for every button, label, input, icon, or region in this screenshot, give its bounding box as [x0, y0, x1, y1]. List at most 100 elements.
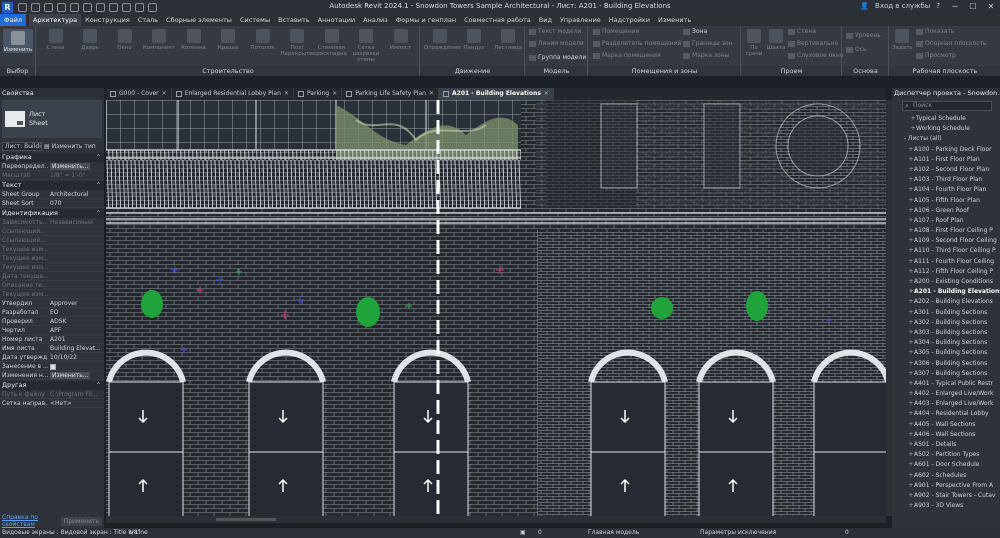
edit-type-button[interactable]: Изменить тип: [52, 143, 96, 150]
area-tag-button[interactable]: Марка зоны: [683, 52, 729, 59]
close-tab-icon[interactable]: ✕: [332, 88, 337, 100]
sign-in-label[interactable]: Вход в службы: [875, 2, 930, 10]
grid-button[interactable]: Ось: [846, 46, 867, 53]
text-icon[interactable]: [96, 2, 105, 12]
browser-sheet-item[interactable]: +A105 - Fifth Floor Plan: [892, 196, 1000, 206]
menu-tab-7[interactable]: Аннотации: [314, 14, 360, 26]
print-icon[interactable]: [70, 2, 79, 12]
property-value[interactable]: [48, 281, 104, 289]
room-button[interactable]: Помещение: [593, 28, 639, 35]
close-hidden-icon[interactable]: [135, 2, 144, 12]
set-workplane-button[interactable]: Задать: [892, 29, 913, 51]
doc-tab-0[interactable]: G000 - Cover ✕: [106, 88, 172, 100]
browser-node[interactable]: +Working Schedule: [892, 124, 1000, 134]
type-selector[interactable]: Лист Sheet: [2, 100, 102, 138]
menu-tab-4[interactable]: Сборные элементы: [162, 14, 236, 26]
doc-tab-3[interactable]: Parking Life Safety Plan ✕: [342, 88, 440, 100]
model-line-button[interactable]: Линии модели: [529, 40, 584, 47]
area-button[interactable]: Зона: [683, 28, 707, 35]
revit-logo[interactable]: R: [2, 1, 13, 13]
browser-sheet-item[interactable]: +A303 - Building Sections: [892, 328, 1000, 338]
user-icon[interactable]: 👤: [860, 2, 869, 10]
browser-sheet-item[interactable]: +A402 - Enlarged Live/Work: [892, 389, 1000, 399]
property-value[interactable]: EO: [48, 308, 104, 316]
redo-icon[interactable]: [57, 2, 66, 12]
property-value[interactable]: Изменить...: [48, 162, 104, 170]
browser-sheet-item[interactable]: +A404 - Residential Lobby: [892, 409, 1000, 419]
circulation-button-1[interactable]: Пандус: [458, 29, 490, 51]
property-value[interactable]: [48, 236, 104, 244]
browser-sheet-item[interactable]: +A107 - Roof Plan: [892, 216, 1000, 226]
section-icon[interactable]: [122, 2, 131, 12]
browser-sheet-item[interactable]: +A406 - Wall Sections: [892, 430, 1000, 440]
build-button-2[interactable]: Окно: [108, 29, 141, 51]
property-value[interactable]: Изменить...: [48, 371, 104, 379]
viewer-button[interactable]: Просмотр: [916, 52, 956, 59]
browser-sheet-item[interactable]: +A901 - Perspective From A: [892, 481, 1000, 491]
browser-sheet-item[interactable]: +A305 - Building Sections: [892, 348, 1000, 358]
category-identity[interactable]: Идентификация: [0, 209, 104, 218]
menu-tab-10[interactable]: Совместная работа: [460, 14, 535, 26]
menu-tab-12[interactable]: Управление: [556, 14, 605, 26]
browser-sheet-item[interactable]: +A201 - Building Elevations: [892, 287, 1000, 297]
by-face-button[interactable]: По грани: [744, 29, 764, 57]
property-value[interactable]: 070: [48, 199, 104, 207]
workset-icon[interactable]: ▣: [520, 528, 526, 538]
property-value[interactable]: Building Elevat...: [48, 344, 104, 352]
minimize-icon[interactable]: ─: [946, 0, 964, 14]
menu-tab-5[interactable]: Системы: [236, 14, 274, 26]
browser-sheet-item[interactable]: +A202 - Building Elevations: [892, 297, 1000, 307]
menu-tab-1[interactable]: Архитектура: [28, 14, 82, 26]
browser-sheet-item[interactable]: +A307 - Building Sections: [892, 369, 1000, 379]
shaft-button[interactable]: Шахта: [766, 29, 786, 51]
drawing-canvas[interactable]: [106, 100, 886, 516]
browser-sheet-item[interactable]: +A304 - Building Sections: [892, 338, 1000, 348]
build-button-3[interactable]: Компонент: [143, 29, 176, 51]
build-button-8[interactable]: Стеновая раскладка: [315, 29, 348, 57]
browser-sheet-item[interactable]: +A301 - Building Sections: [892, 308, 1000, 318]
property-value[interactable]: 10/10/22: [48, 353, 104, 361]
browser-node[interactable]: - Листы (all): [892, 134, 1000, 144]
property-value[interactable]: A201: [48, 335, 104, 343]
room-tag-button[interactable]: Марка помещения: [593, 52, 660, 59]
browser-sheet-item[interactable]: +A602 - Schedules: [892, 471, 1000, 481]
browser-sheet-item[interactable]: +A401 - Typical Public Restr: [892, 379, 1000, 389]
save-icon[interactable]: [31, 2, 40, 12]
circulation-button-2[interactable]: Лестница: [492, 29, 524, 51]
switch-windows-icon[interactable]: [148, 2, 157, 12]
property-value[interactable]: APF: [48, 326, 104, 334]
exclusion-options[interactable]: Параметры исключения: [700, 528, 776, 538]
instance-filter[interactable]: Лист: Buildi: [2, 141, 42, 151]
browser-sheet-item[interactable]: +A111 - Fourth Floor Ceiling: [892, 257, 1000, 267]
browser-sheet-item[interactable]: +A302 - Building Sections: [892, 318, 1000, 328]
menu-tab-13[interactable]: Надстройки: [605, 14, 654, 26]
modify-button[interactable]: Изменить: [3, 29, 33, 53]
property-edit-button[interactable]: Изменить...: [50, 163, 91, 170]
vertical-opening-button[interactable]: Вертикально: [788, 40, 838, 47]
doc-tab-2[interactable]: Parking ✕: [294, 88, 343, 100]
close-tab-icon[interactable]: ✕: [284, 88, 289, 100]
build-button-5[interactable]: Крыша: [212, 29, 245, 51]
circulation-button-0[interactable]: Ограждение: [424, 29, 461, 51]
area-boundary-button[interactable]: Границы зон: [683, 40, 732, 47]
browser-sheet-item[interactable]: +A902 - Stair Towers - Cutav: [892, 491, 1000, 501]
property-value[interactable]: Независимый: [48, 218, 104, 226]
model-group-button[interactable]: Группа модели: [529, 54, 586, 61]
browser-sheet-item[interactable]: +A601 - Door Schedule: [892, 460, 1000, 470]
horizontal-scrollbar[interactable]: [106, 516, 886, 523]
room-separator-button[interactable]: Разделитель помещений: [593, 40, 681, 47]
property-value[interactable]: [48, 272, 104, 280]
property-value[interactable]: <Нет>: [48, 399, 104, 407]
build-button-4[interactable]: Колонна: [177, 29, 210, 51]
menu-tab-3[interactable]: Сталь: [134, 14, 162, 26]
browser-sheet-item[interactable]: +A110 - Third Floor Ceiling P: [892, 246, 1000, 256]
design-option[interactable]: Главная модель: [588, 528, 639, 538]
doc-tab-1[interactable]: Enlarged Residential Lobby Plan ✕: [172, 88, 294, 100]
browser-sheet-item[interactable]: +A200 - Existing Conditions: [892, 277, 1000, 287]
menu-tab-11[interactable]: Вид: [535, 14, 556, 26]
browser-sheet-item[interactable]: +A501 - Details: [892, 440, 1000, 450]
browser-node[interactable]: +Typical Schedule: [892, 114, 1000, 124]
property-value[interactable]: [48, 290, 104, 298]
browser-sheet-item[interactable]: +A109 - Second Floor Ceiling: [892, 236, 1000, 246]
property-edit-button[interactable]: Изменить...: [50, 372, 91, 379]
